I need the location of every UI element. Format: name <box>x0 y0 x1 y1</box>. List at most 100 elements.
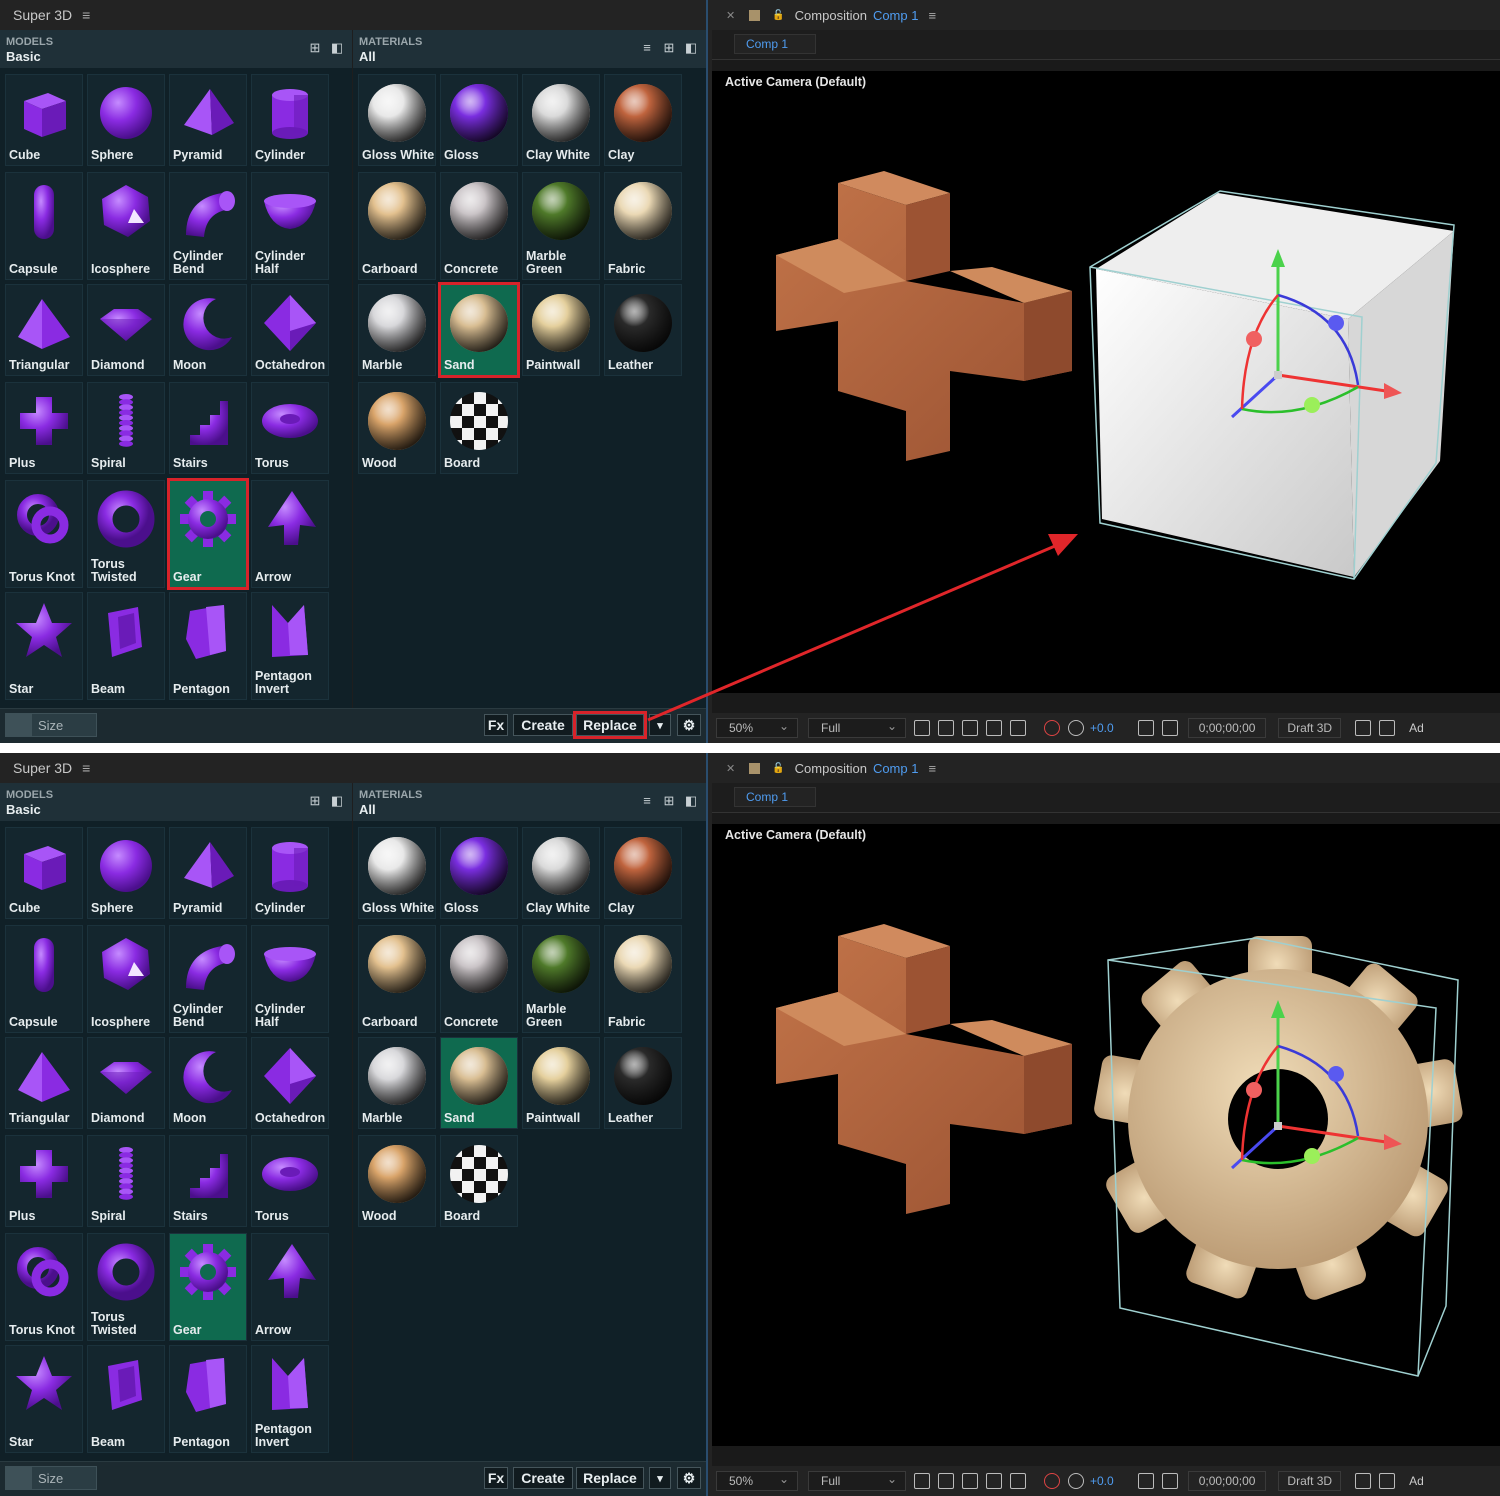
replace-button[interactable]: Replace <box>576 1467 644 1489</box>
material-tile[interactable]: Clay White <box>522 74 600 166</box>
zoom-dropdown[interactable]: 50% <box>716 1471 798 1491</box>
material-tile[interactable]: Gloss White <box>358 827 436 919</box>
collapse-panel-icon[interactable]: ◧ <box>330 794 344 808</box>
model-tile-beam[interactable]: Beam <box>87 1345 165 1453</box>
fx-button[interactable]: Fx <box>484 714 508 736</box>
model-tile-half[interactable]: Cylinder Half <box>251 172 329 280</box>
show-snapshot-icon[interactable] <box>1161 1473 1178 1489</box>
grid-view-icon[interactable]: ⊞ <box>662 41 676 55</box>
material-tile[interactable]: Wood <box>358 1135 436 1227</box>
model-tile-half[interactable]: Cylinder Half <box>251 925 329 1033</box>
chevron-down-icon[interactable]: ▾ <box>649 714 671 736</box>
material-tile[interactable]: Clay <box>604 74 682 166</box>
model-tile-arrow[interactable]: Arrow <box>251 1233 329 1341</box>
material-tile[interactable]: Leather <box>604 284 682 376</box>
material-tile[interactable]: Marble <box>358 1037 436 1129</box>
model-tile-sphere[interactable]: Sphere <box>87 827 165 919</box>
material-tile[interactable]: Fabric <box>604 925 682 1033</box>
model-tile-octa[interactable]: Octahedron <box>251 1037 329 1129</box>
model-tile-bend[interactable]: Cylinder Bend <box>169 925 247 1033</box>
model-tile-moon[interactable]: Moon <box>169 284 247 376</box>
materials-category[interactable]: All <box>359 802 376 817</box>
model-tile-diamond[interactable]: Diamond <box>87 1037 165 1129</box>
grid-view-icon[interactable]: ⊞ <box>662 794 676 808</box>
fit-icon[interactable] <box>914 720 930 736</box>
model-tile-spiral[interactable]: Spiral <box>87 1135 165 1227</box>
create-button[interactable]: Create <box>513 1467 573 1489</box>
model-tile-icosphere[interactable]: Icosphere <box>87 172 165 280</box>
model-tile-triangular[interactable]: Triangular <box>5 284 83 376</box>
chevron-down-icon[interactable]: ▾ <box>649 1467 671 1489</box>
comp-tab-chip[interactable]: Comp 1 <box>734 34 816 54</box>
lock-icon[interactable]: 🔓 <box>772 763 784 774</box>
zoom-dropdown[interactable]: 50% <box>716 718 798 738</box>
material-tile[interactable]: Concrete <box>440 172 518 280</box>
model-tile-moon[interactable]: Moon <box>169 1037 247 1129</box>
model-tile-gear[interactable]: Gear <box>169 1233 247 1341</box>
model-tile-sphere[interactable]: Sphere <box>87 74 165 166</box>
model-tile-plus[interactable]: Plus <box>5 1135 83 1227</box>
grid-view-icon[interactable]: ⊞ <box>308 794 322 808</box>
material-tile[interactable]: Gloss <box>440 74 518 166</box>
panel-menu-icon[interactable]: ≡ <box>928 761 936 776</box>
material-tile[interactable]: Leather <box>604 1037 682 1129</box>
mask-path-icon[interactable] <box>962 720 978 736</box>
material-tile[interactable]: Fabric <box>604 172 682 280</box>
transparency-grid-icon[interactable] <box>938 1473 954 1489</box>
size-slider[interactable]: Size <box>5 713 97 737</box>
panel-menu-icon[interactable]: ≡ <box>928 8 936 23</box>
model-tile-spiral[interactable]: Spiral <box>87 382 165 474</box>
exposure-value[interactable]: +0.0 <box>1090 721 1114 735</box>
snapshot-camera-icon[interactable] <box>1137 720 1154 736</box>
mask-path-icon[interactable] <box>962 1473 978 1489</box>
model-tile-pentinv[interactable]: Pentagon Invert <box>251 1345 329 1453</box>
model-tile-arrow[interactable]: Arrow <box>251 480 329 588</box>
size-slider[interactable]: Size <box>5 1466 97 1490</box>
composition-viewport[interactable]: Active Camera (Default) <box>712 824 1500 1446</box>
material-tile[interactable]: Sand <box>440 1037 518 1129</box>
region-icon[interactable] <box>986 1473 1002 1489</box>
size-slider-thumb[interactable] <box>6 1467 32 1489</box>
model-tile-cube[interactable]: Cube <box>5 827 83 919</box>
model-tile-pyramid[interactable]: Pyramid <box>169 827 247 919</box>
model-tile-pentinv[interactable]: Pentagon Invert <box>251 592 329 700</box>
material-tile[interactable]: Paintwall <box>522 284 600 376</box>
material-tile[interactable]: Board <box>440 382 518 474</box>
current-time-display[interactable]: 0;00;00;00 <box>1187 718 1267 738</box>
layers-icon[interactable]: ≡ <box>640 794 654 808</box>
transparency-grid-icon[interactable] <box>938 720 954 736</box>
material-tile[interactable]: Wood <box>358 382 436 474</box>
model-tile-octa[interactable]: Octahedron <box>251 284 329 376</box>
model-tile-torus[interactable]: Torus <box>251 1135 329 1227</box>
composition-name[interactable]: Comp 1 <box>873 761 919 776</box>
draft-3d-toggle[interactable]: Draft 3D <box>1278 1471 1342 1491</box>
comp-tab-chip[interactable]: Comp 1 <box>734 787 816 807</box>
material-tile[interactable]: Gloss White <box>358 74 436 166</box>
model-tile-torus[interactable]: Torus <box>251 382 329 474</box>
super3d-tab[interactable]: Super 3D ≡ <box>0 753 706 783</box>
material-tile[interactable]: Gloss <box>440 827 518 919</box>
collapse-panel-icon[interactable]: ◧ <box>684 41 698 55</box>
extended-viewer-icon[interactable] <box>1379 1473 1396 1489</box>
lock-icon[interactable]: 🔓 <box>772 10 784 21</box>
model-tile-icosphere[interactable]: Icosphere <box>87 925 165 1033</box>
material-tile[interactable]: Marble Green <box>522 172 600 280</box>
layers-icon[interactable]: ≡ <box>640 41 654 55</box>
region-icon[interactable] <box>986 720 1002 736</box>
model-tile-pentagon[interactable]: Pentagon <box>169 592 247 700</box>
composition-viewport[interactable]: Active Camera (Default) <box>712 71 1500 693</box>
materials-category[interactable]: All <box>359 49 376 64</box>
fit-icon[interactable] <box>914 1473 930 1489</box>
size-slider-thumb[interactable] <box>6 714 32 736</box>
close-icon[interactable]: ✕ <box>726 762 735 775</box>
composition-tab[interactable]: ✕ 🔓 Composition Comp 1 ≡ <box>712 753 1500 783</box>
material-tile[interactable]: Clay White <box>522 827 600 919</box>
guides-icon[interactable] <box>1010 720 1026 736</box>
settings-gear-icon[interactable]: ⚙ <box>677 1467 701 1489</box>
grid-view-icon[interactable]: ⊞ <box>308 41 322 55</box>
3d-ground-plane-icon[interactable] <box>1355 720 1372 736</box>
super3d-tab[interactable]: Super 3D ≡ <box>0 0 706 30</box>
3d-ground-plane-icon[interactable] <box>1355 1473 1372 1489</box>
material-tile[interactable]: Marble Green <box>522 925 600 1033</box>
model-tile-gear[interactable]: Gear <box>167 478 249 590</box>
